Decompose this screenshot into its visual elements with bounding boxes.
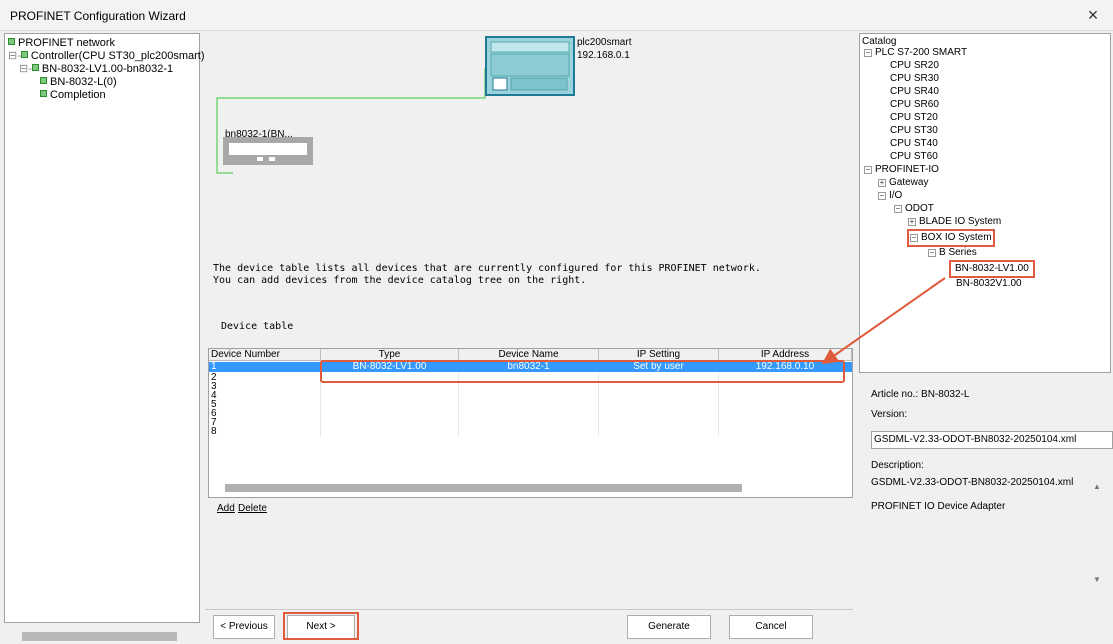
catalog-item-cpu[interactable]: CPU SR30 bbox=[890, 73, 939, 85]
add-device-link[interactable]: Add bbox=[217, 503, 235, 514]
cell-device-number: 8 bbox=[209, 427, 321, 436]
catalog-item-plc-family[interactable]: − PLC S7-200 SMART bbox=[864, 47, 967, 59]
tree-item-module[interactable]: BN-8032-L(0) bbox=[40, 76, 117, 88]
table-row[interactable]: 6 bbox=[209, 409, 852, 418]
tree-connector-icon: ⊟- bbox=[19, 63, 32, 75]
window-title: PROFINET Configuration Wizard bbox=[10, 9, 186, 23]
title-bar: PROFINET Configuration Wizard × bbox=[0, 0, 1113, 31]
table-row[interactable]: 1 BN-8032-LV1.00 bn8032-1 Set by user 19… bbox=[209, 362, 852, 372]
cell-ip-address: 192.168.0.10 bbox=[719, 362, 852, 372]
catalog-item-blade-io[interactable]: + BLADE IO System bbox=[908, 216, 1001, 228]
node-icon bbox=[40, 77, 47, 84]
catalog-item-odot[interactable]: − ODOT bbox=[894, 203, 934, 215]
scroll-up-icon[interactable]: ▲ bbox=[1093, 482, 1101, 491]
tree-item-device[interactable]: ⊟- BN-8032-LV1.00-bn8032-1 bbox=[19, 63, 173, 75]
device-table-title: Device table bbox=[221, 321, 294, 332]
device-port-icon bbox=[257, 157, 275, 161]
plc-name: plc200smart bbox=[577, 37, 632, 48]
cancel-button[interactable]: Cancel bbox=[729, 615, 813, 639]
next-button-highlight bbox=[283, 612, 359, 640]
tree-item-profinet-network[interactable]: PROFINET network bbox=[8, 37, 115, 49]
scroll-down-icon[interactable]: ▼ bbox=[1093, 575, 1101, 584]
catalog-item-cpu[interactable]: CPU ST20 bbox=[890, 112, 938, 124]
close-icon[interactable]: × bbox=[1083, 5, 1103, 26]
description-file: GSDML-V2.33-ODOT-BN8032-20250104.xml bbox=[871, 477, 1074, 488]
cell-device-number: 5 bbox=[209, 400, 321, 409]
catalog-item-cpu[interactable]: CPU ST40 bbox=[890, 138, 938, 150]
plc-module-icon bbox=[490, 41, 570, 91]
catalog-item-box-io[interactable]: − BOX IO System bbox=[907, 229, 995, 247]
plc-device-icon[interactable] bbox=[485, 36, 575, 96]
cell-device-number: 6 bbox=[209, 409, 321, 418]
info-text: The device table lists all devices that … bbox=[213, 263, 761, 286]
column-header[interactable]: Type bbox=[321, 349, 459, 361]
wizard-step-tree: PROFINET network ⊟- Controller(CPU ST30_p… bbox=[4, 33, 205, 623]
device-table-scrollbar[interactable] bbox=[225, 484, 742, 492]
catalog-item-cpu[interactable]: CPU ST60 bbox=[890, 151, 938, 163]
catalog-item-cpu[interactable]: CPU ST30 bbox=[890, 125, 938, 137]
network-topology: plc200smart 192.168.0.1 bn8032-1(BN... bbox=[205, 33, 853, 263]
catalog-item-bn8032-lv100[interactable]: BN-8032-LV1.00 bbox=[949, 260, 1035, 278]
tree-connector-icon: ⊟- bbox=[8, 50, 21, 62]
cell-device-number: 4 bbox=[209, 391, 321, 400]
node-icon bbox=[31, 64, 39, 71]
article-number: Article no.: BN-8032-L bbox=[871, 389, 970, 400]
cell-device-number: 2 bbox=[209, 373, 321, 382]
catalog-item-profinet-io[interactable]: − PROFINET-IO bbox=[864, 164, 939, 176]
column-header[interactable]: IP Address bbox=[719, 349, 852, 361]
table-row[interactable]: 8 bbox=[209, 427, 852, 436]
left-tree-scrollbar[interactable] bbox=[22, 632, 177, 641]
version-field[interactable]: GSDML-V2.33-ODOT-BN8032-20250104.xml bbox=[871, 431, 1113, 449]
catalog-item-io[interactable]: − I/O bbox=[878, 190, 902, 202]
device-table-header: Device Number Type Device Name IP Settin… bbox=[209, 349, 852, 361]
column-header[interactable]: Device Number bbox=[209, 349, 321, 361]
device-table: Device Number Type Device Name IP Settin… bbox=[208, 348, 853, 498]
table-row[interactable]: 4 bbox=[209, 391, 852, 400]
collapse-icon[interactable]: − bbox=[910, 234, 918, 242]
expand-icon[interactable]: + bbox=[878, 179, 886, 187]
cell-ip-setting: Set by user bbox=[599, 362, 719, 372]
tree-item-controller[interactable]: ⊟- Controller(CPU ST30_plc200smart) bbox=[8, 50, 205, 62]
catalog-item-b-series[interactable]: − B Series bbox=[928, 247, 977, 259]
generate-button[interactable]: Generate bbox=[627, 615, 711, 639]
catalog-item-gateway[interactable]: + Gateway bbox=[878, 177, 928, 189]
cell-device-number: 1 bbox=[209, 362, 321, 372]
plc-label: plc200smart 192.168.0.1 bbox=[577, 36, 631, 62]
tree-item-completion[interactable]: Completion bbox=[40, 89, 106, 101]
cell-device-number: 3 bbox=[209, 382, 321, 391]
node-icon bbox=[20, 51, 28, 58]
catalog-item-cpu[interactable]: CPU SR60 bbox=[890, 99, 939, 111]
collapse-icon[interactable]: − bbox=[928, 249, 936, 257]
bottom-divider bbox=[205, 609, 853, 610]
table-row[interactable]: 7 bbox=[209, 418, 852, 427]
cell-device-number: 7 bbox=[209, 418, 321, 427]
collapse-icon[interactable]: − bbox=[864, 166, 872, 174]
cell-type: BN-8032-LV1.00 bbox=[321, 362, 459, 372]
node-icon bbox=[8, 38, 15, 45]
collapse-icon[interactable]: − bbox=[894, 205, 902, 213]
catalog-item-bn8032v100[interactable]: BN-8032V1.00 bbox=[956, 278, 1022, 290]
collapse-icon[interactable]: − bbox=[864, 49, 872, 57]
table-row[interactable]: 3 bbox=[209, 382, 852, 391]
column-header[interactable]: IP Setting bbox=[599, 349, 719, 361]
expand-icon[interactable]: + bbox=[908, 218, 916, 226]
table-row[interactable]: 5 bbox=[209, 400, 852, 409]
catalog-item-cpu[interactable]: CPU SR20 bbox=[890, 60, 939, 72]
delete-device-link[interactable]: Delete bbox=[238, 503, 267, 514]
table-row[interactable]: 2 bbox=[209, 373, 852, 382]
main-panel: plc200smart 192.168.0.1 bn8032-1(BN... T… bbox=[205, 33, 853, 609]
node-icon bbox=[40, 90, 47, 97]
description-label: Description: bbox=[871, 460, 924, 471]
column-header[interactable]: Device Name bbox=[459, 349, 599, 361]
description-text: PROFINET IO Device Adapter bbox=[871, 501, 1006, 512]
io-device-icon[interactable] bbox=[223, 137, 313, 165]
plc-ip: 192.168.0.1 bbox=[577, 50, 630, 61]
cell-device-name: bn8032-1 bbox=[459, 362, 599, 372]
previous-button[interactable]: < Previous bbox=[213, 615, 275, 639]
version-label: Version: bbox=[871, 409, 908, 420]
catalog-item-cpu[interactable]: CPU SR40 bbox=[890, 86, 939, 98]
device-catalog: Catalog − PLC S7-200 SMART CPU SR20 CPU S… bbox=[859, 33, 1111, 373]
collapse-icon[interactable]: − bbox=[878, 192, 886, 200]
